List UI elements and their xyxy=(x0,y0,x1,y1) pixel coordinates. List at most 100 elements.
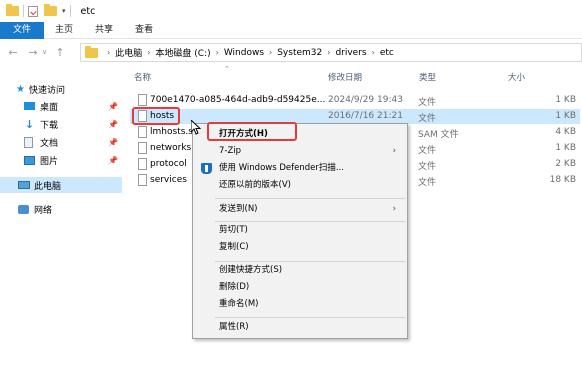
nav-item-documents[interactable]: 文档 📌 xyxy=(24,134,122,150)
nav-item-pictures[interactable]: 图片 📌 xyxy=(24,152,122,168)
menu-item-send-to[interactable]: 发送到(N) › xyxy=(194,201,406,218)
menu-item-delete[interactable]: 删除(D) xyxy=(194,279,406,296)
folder-icon xyxy=(6,4,19,16)
breadcrumb-windows[interactable]: Windows xyxy=(224,48,264,58)
computer-icon xyxy=(18,181,30,189)
breadcrumb-etc[interactable]: etc xyxy=(380,48,394,58)
menu-item-copy[interactable]: 复制(C) xyxy=(194,239,406,256)
menu-item-rename[interactable]: 重命名(M) xyxy=(194,296,406,313)
menu-divider xyxy=(215,317,405,318)
menu-divider xyxy=(215,198,405,199)
menu-item-send-to-label: 发送到(N) xyxy=(219,204,258,214)
mouse-cursor-icon xyxy=(191,120,201,135)
column-header-size[interactable]: 大小 xyxy=(508,71,525,87)
file-icon xyxy=(138,126,147,138)
tab-share[interactable]: 共享 xyxy=(84,22,124,39)
breadcrumb-this-pc[interactable]: 此电脑 xyxy=(115,46,142,59)
open-with-highlight-box xyxy=(207,122,297,141)
window-title: etc xyxy=(80,5,96,17)
back-arrow-icon[interactable]: ← xyxy=(6,46,20,59)
file-row[interactable]: 700e1470-a085-464d-adb9-d59425e... 2024/… xyxy=(130,93,580,108)
nav-item-desktop-label: 桌面 xyxy=(40,102,59,113)
file-name: 700e1470-a085-464d-adb9-d59425e... xyxy=(150,95,326,105)
nav-this-pc[interactable]: 此电脑 xyxy=(0,177,122,193)
star-icon: ★ xyxy=(16,83,25,95)
navigation-pane: ★ 快速访问 桌面 📌 ↓ 下载 📌 文档 📌 图片 📌 此电脑 网络 xyxy=(0,73,122,367)
pin-icon[interactable]: 📌 xyxy=(108,120,118,129)
context-menu: 打开方式(H) 7-Zip › 使用 Windows Defender扫描...… xyxy=(192,123,408,339)
network-icon xyxy=(18,204,29,214)
chevron-right-icon[interactable]: › xyxy=(269,48,272,57)
hosts-highlight-box xyxy=(132,107,180,125)
chevron-right-icon[interactable]: › xyxy=(216,48,219,57)
file-type: 文件 xyxy=(418,162,437,172)
folder-icon xyxy=(85,45,98,58)
file-type: 文件 xyxy=(418,146,437,156)
title-divider xyxy=(23,5,24,17)
tab-file[interactable]: 文件 xyxy=(0,22,45,39)
nav-item-pictures-label: 图片 xyxy=(40,156,59,167)
nav-network[interactable]: 网络 xyxy=(18,201,52,217)
documents-icon xyxy=(24,136,33,148)
download-icon: ↓ xyxy=(24,117,35,131)
nav-quick-access-label: 快速访问 xyxy=(28,85,65,96)
file-type: 文件 xyxy=(418,114,437,124)
chevron-right-icon[interactable]: › xyxy=(372,48,375,57)
file-date: 2024/9/29 19:43 xyxy=(328,95,403,105)
file-size: 18 KB xyxy=(549,175,576,185)
file-size: 2 KB xyxy=(555,159,576,169)
recent-locations-icon[interactable]: ∨ xyxy=(40,48,49,56)
properties-quick-icon[interactable] xyxy=(28,5,38,17)
navigation-bar: ← → ∨ ↑ › 此电脑 › 本地磁盘 (C:) › Windows › Sy… xyxy=(0,39,582,65)
pin-icon[interactable]: 📌 xyxy=(108,156,118,165)
menu-item-cut[interactable]: 剪切(T) xyxy=(194,222,406,239)
file-type: 文件 xyxy=(418,98,437,108)
menu-item-restore-versions[interactable]: 还原以前的版本(V) xyxy=(194,177,406,194)
file-name: networks xyxy=(150,143,192,153)
file-name: services xyxy=(150,175,187,185)
menu-item-7zip[interactable]: 7-Zip › xyxy=(194,143,406,160)
menu-item-7zip-label: 7-Zip xyxy=(219,146,242,156)
breadcrumb-drivers[interactable]: drivers xyxy=(335,48,366,58)
nav-item-downloads[interactable]: ↓ 下载 📌 xyxy=(24,116,122,132)
menu-item-defender-label: 使用 Windows Defender扫描... xyxy=(219,163,344,173)
up-arrow-icon[interactable]: ↑ xyxy=(53,46,67,59)
tab-home[interactable]: 主页 xyxy=(44,22,84,39)
title-bar: ▾ etc xyxy=(0,0,582,22)
address-bar[interactable]: › 此电脑 › 本地磁盘 (C:) › Windows › System32 ›… xyxy=(80,43,582,62)
breadcrumb-system32[interactable]: System32 xyxy=(277,48,322,58)
pin-icon[interactable]: 📌 xyxy=(108,138,118,147)
new-folder-quick-icon[interactable] xyxy=(44,4,57,16)
menu-item-defender-scan[interactable]: 使用 Windows Defender扫描... xyxy=(194,160,406,177)
chevron-right-icon[interactable]: › xyxy=(327,48,330,57)
column-header-date[interactable]: 修改日期 xyxy=(328,71,362,87)
nav-item-downloads-label: 下载 xyxy=(40,120,59,131)
column-header-name[interactable]: 名称 xyxy=(134,71,151,87)
ribbon-tabs: 文件 主页 共享 查看 xyxy=(0,22,582,39)
menu-item-properties[interactable]: 属性(R) xyxy=(194,319,406,336)
file-size: 1 KB xyxy=(555,95,576,105)
file-icon xyxy=(138,158,147,170)
chevron-right-icon[interactable]: › xyxy=(147,48,150,57)
nav-network-label: 网络 xyxy=(34,205,53,216)
forward-arrow-icon[interactable]: → xyxy=(26,46,40,59)
chevron-right-icon[interactable]: › xyxy=(107,48,110,57)
desktop-icon xyxy=(24,102,35,110)
sort-ascending-icon: ⌃ xyxy=(224,65,230,73)
file-icon xyxy=(138,174,147,186)
quick-access-dropdown-icon[interactable]: ▾ xyxy=(62,7,66,15)
nav-quick-access[interactable]: ★ 快速访问 xyxy=(16,81,65,97)
file-size: 1 KB xyxy=(555,111,576,121)
tab-view[interactable]: 查看 xyxy=(124,22,164,39)
column-header-type[interactable]: 类型 xyxy=(419,71,436,87)
title-divider-2 xyxy=(69,5,71,17)
nav-item-documents-label: 文档 xyxy=(40,138,59,149)
breadcrumb-c-drive[interactable]: 本地磁盘 (C:) xyxy=(155,46,210,59)
nav-item-desktop[interactable]: 桌面 📌 xyxy=(24,98,122,114)
file-size: 1 KB xyxy=(555,143,576,153)
file-size: 4 KB xyxy=(555,127,576,137)
pin-icon[interactable]: 📌 xyxy=(108,102,118,111)
menu-item-create-shortcut[interactable]: 创建快捷方式(S) xyxy=(194,262,406,279)
pictures-icon xyxy=(24,155,35,165)
file-type: SAM 文件 xyxy=(418,130,459,140)
